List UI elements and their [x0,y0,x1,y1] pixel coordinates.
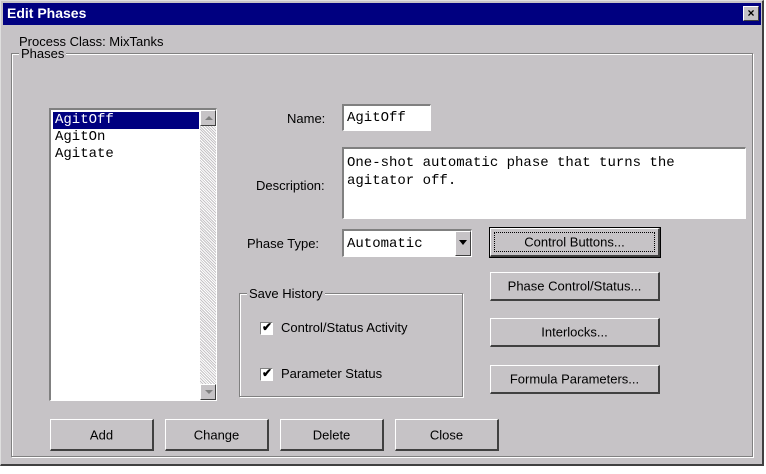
list-item[interactable]: AgitOff [53,112,199,129]
arrow-up-icon [205,116,213,120]
add-button[interactable]: Add [50,419,154,451]
name-label: Name: [287,111,326,126]
close-icon: × [747,6,755,20]
parameter-status-checkbox[interactable]: ✔ [260,366,273,381]
phase-type-select[interactable]: Automatic [342,229,472,257]
phases-listbox[interactable]: AgitOff AgitOn Agitate [49,108,217,401]
close-button[interactable]: Close [395,419,499,451]
interlocks-label: Interlocks... [541,324,608,340]
description-line-1: One-shot automatic phase that turns the [347,155,675,171]
phases-scrollbar[interactable] [200,110,216,400]
phase-type-value: Automatic [347,236,423,252]
scroll-down-button[interactable] [200,384,216,400]
control-status-activity-label[interactable]: Control/Status Activity [281,320,407,335]
phase-type-dropdown-button[interactable] [455,231,471,256]
scroll-up-button[interactable] [200,110,216,126]
control-buttons-label: Control Buttons... [524,234,625,250]
description-field[interactable]: One-shot automatic phase that turns the … [342,147,746,219]
delete-label: Delete [312,427,351,442]
description-label: Description: [256,178,325,193]
chevron-down-icon [459,240,467,245]
description-line-2: agitator off. [347,173,457,189]
formula-parameters-label: Formula Parameters... [509,371,640,387]
phases-group-legend: Phases [19,46,67,61]
close-label: Close [429,427,464,442]
delete-button[interactable]: Delete [280,419,384,451]
interlocks-button[interactable]: Interlocks... [490,318,660,347]
close-window-button[interactable]: × [743,6,759,21]
control-buttons-button[interactable]: Control Buttons... [489,227,661,258]
save-history-group [239,293,463,397]
checkmark-icon: ✔ [262,366,273,380]
control-status-checkbox[interactable]: ✔ [260,320,273,335]
phase-control-status-label: Phase Control/Status... [507,278,642,294]
add-label: Add [89,427,114,442]
change-label: Change [193,427,240,442]
checkmark-icon: ✔ [262,320,273,334]
name-field[interactable]: AgitOff [342,104,431,131]
title-bar[interactable]: Edit Phases × [3,3,761,25]
arrow-down-icon [205,390,213,394]
phase-type-label: Phase Type: [247,236,320,251]
phase-control-status-button[interactable]: Phase Control/Status... [490,272,660,301]
parameter-status-label[interactable]: Parameter Status [281,366,382,381]
list-item[interactable]: AgitOn [53,129,105,146]
list-item[interactable]: Agitate [53,146,114,163]
formula-parameters-button[interactable]: Formula Parameters... [490,365,660,394]
name-value: AgitOff [347,110,406,126]
save-history-legend: Save History [247,286,325,301]
edit-phases-dialog: Edit Phases × Process Class: MixTanks Ph… [0,0,764,466]
change-button[interactable]: Change [165,419,269,451]
window-title: Edit Phases [7,5,87,21]
